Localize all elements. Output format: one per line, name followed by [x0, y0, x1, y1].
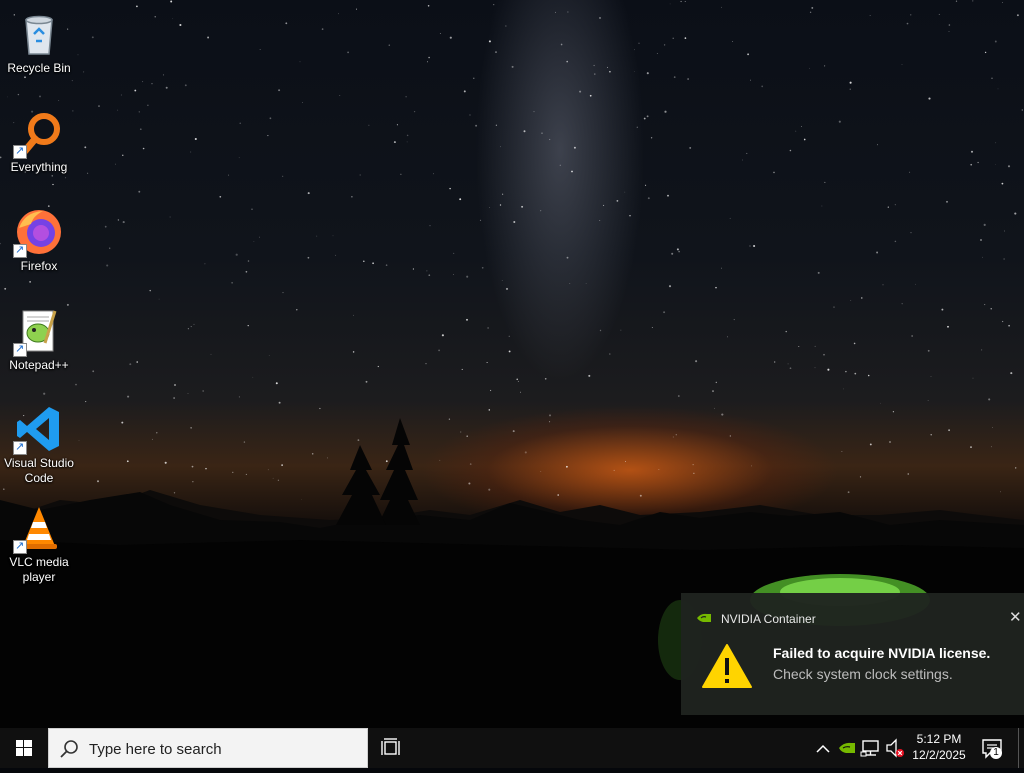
- clock-time: 5:12 PM: [916, 732, 962, 746]
- notification-count-badge: 1: [990, 747, 1002, 759]
- taskbar: Type here to search 5:12 PM 12/2/2025 1: [0, 728, 1024, 768]
- warning-icon: [702, 644, 752, 688]
- desktop-icon-recycle-bin[interactable]: Recycle Bin: [2, 6, 76, 98]
- nvidia-toast-notification[interactable]: NVIDIA Container ✕ Failed to acquire NVI…: [681, 593, 1024, 715]
- desktop-icon-vlc[interactable]: VLC media player: [2, 500, 76, 592]
- task-view-icon: [381, 738, 400, 755]
- network-icon: [860, 740, 879, 757]
- nvidia-logo-icon: [697, 613, 711, 622]
- desktop[interactable]: Recycle Bin Everything Firefox: [0, 0, 1024, 728]
- volume-tray-button[interactable]: [884, 728, 906, 768]
- toast-title: Failed to acquire NVIDIA license.: [773, 645, 991, 661]
- firefox-icon: [13, 208, 63, 258]
- shortcut-arrow-icon: [13, 341, 27, 357]
- notepadplusplus-icon: [13, 307, 63, 357]
- volume-muted-icon: [886, 738, 904, 758]
- shortcut-arrow-icon: [13, 242, 27, 258]
- network-tray-button[interactable]: [860, 728, 882, 768]
- shortcut-arrow-icon: [13, 538, 27, 554]
- show-desktop-button[interactable]: [1018, 728, 1019, 768]
- start-button[interactable]: [0, 728, 48, 768]
- desktop-icon-label: Code: [24, 471, 54, 485]
- desktop-icon-label: VLC media: [9, 555, 69, 569]
- toast-app-name: NVIDIA Container: [721, 612, 816, 626]
- desktop-icon-label: Recycle Bin: [7, 61, 71, 75]
- desktop-icon-label: Visual Studio: [4, 456, 74, 470]
- search-placeholder: Type here to search: [89, 741, 222, 758]
- desktop-icon-label: Firefox: [20, 259, 58, 273]
- desktop-icon-label: Everything: [10, 160, 68, 174]
- desktop-icon-label: Notepad++: [9, 358, 69, 372]
- taskbar-search-box[interactable]: Type here to search: [48, 728, 368, 768]
- clock-date: 12/2/2025: [912, 748, 966, 762]
- nvidia-tray-icon: [839, 742, 855, 753]
- close-icon[interactable]: ✕: [1009, 608, 1022, 626]
- desktop-icon-notepadplusplus[interactable]: Notepad++: [2, 303, 76, 395]
- action-center-button[interactable]: 1: [978, 734, 1008, 762]
- desktop-icon-vscode[interactable]: Visual Studio Code: [2, 401, 76, 493]
- shortcut-arrow-icon: [13, 439, 27, 455]
- nvidia-tray-button[interactable]: [836, 728, 858, 768]
- shortcut-arrow-icon: [13, 143, 27, 159]
- everything-search-icon: [13, 109, 63, 159]
- vscode-icon: [13, 405, 63, 455]
- task-view-button[interactable]: [376, 728, 408, 768]
- taskbar-clock[interactable]: 5:12 PM 12/2/2025: [906, 731, 972, 763]
- chevron-up-icon: [816, 744, 830, 753]
- vlc-icon: [13, 504, 63, 554]
- toast-message: Check system clock settings.: [773, 666, 953, 682]
- show-hidden-icons-button[interactable]: [812, 728, 834, 768]
- desktop-icon-firefox[interactable]: Firefox: [2, 204, 76, 296]
- windows-logo-icon: [16, 740, 32, 756]
- recycle-bin-icon: [15, 10, 63, 58]
- desktop-icon-everything[interactable]: Everything: [2, 105, 76, 197]
- desktop-icon-label: player: [22, 570, 56, 584]
- search-icon: [60, 740, 78, 758]
